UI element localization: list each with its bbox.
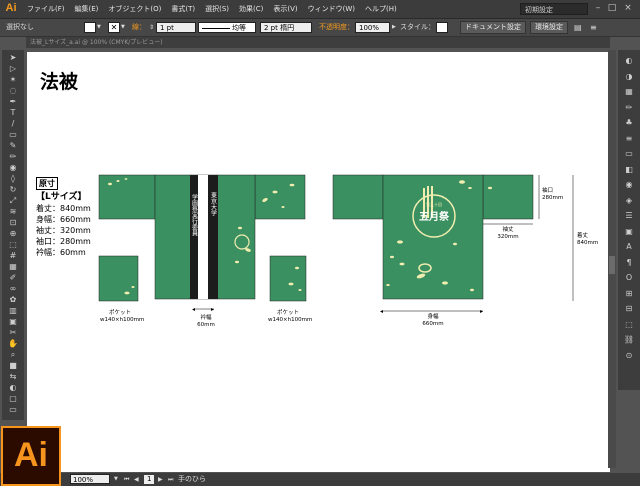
status-bar: 100% ▼ ⏮ ◀ 1 ▶ ⏭ 手のひら (0, 473, 640, 486)
pocket-size-1-text: w140×h100mm (100, 316, 145, 323)
pocket-size-2-text: w140×h100mm (268, 316, 313, 323)
happi-drawing: 東京大学 学園祭実行委員 第九十回 五月祭 ◂ ▸ ◂ ▸ (98, 174, 574, 315)
back-logo-main: 五月祭 (419, 210, 450, 223)
pocket-1 (98, 255, 139, 302)
back-left-sleeve (332, 174, 384, 220)
first-artboard-icon[interactable]: ⏮ (124, 474, 129, 485)
front-view: 東京大学 学園祭実行委員 (98, 174, 307, 302)
back-right-sleeve (482, 174, 534, 220)
previous-artboard-icon[interactable]: ◀ (134, 474, 139, 485)
pocket-label-1: ポケット w140×h100mm (100, 310, 145, 323)
body-width-size-text: 660mm (422, 320, 444, 327)
length-dimension: 着丈 840mm (577, 233, 603, 246)
collar-text-left: 学園祭実行委員 (191, 193, 198, 237)
collar-text-right: 東京大学 (210, 191, 217, 216)
svg-text:▸: ▸ (211, 306, 214, 313)
length-size-text: 840mm (577, 239, 599, 246)
pocket-2 (269, 255, 307, 302)
svg-text:▸: ▸ (480, 308, 483, 315)
vertical-scroll-thumb[interactable] (609, 256, 615, 274)
illustrator-logo-icon: Ai (1, 426, 61, 486)
next-artboard-icon[interactable]: ▶ (158, 474, 163, 485)
pocket-label-2: ポケット w140×h100mm (268, 310, 313, 323)
zoom-field[interactable]: 100% (70, 474, 110, 484)
front-opening (198, 175, 208, 299)
front-right-sleeve (254, 174, 306, 220)
svg-text:◂: ◂ (380, 308, 383, 315)
zoom-dropdown-icon[interactable]: ▼ (114, 474, 118, 485)
last-artboard-icon[interactable]: ⏭ (168, 474, 173, 485)
body-width-dimension: 身幅 660mm (413, 314, 453, 327)
front-left-sleeve (98, 174, 156, 220)
back-logo-small: 第九十回 (426, 201, 442, 207)
sleeve-length-dimension: 袖丈 320mm (493, 227, 523, 240)
collar-dimension: 衿幅 60mm (196, 315, 216, 328)
vertical-scrollbar[interactable] (608, 50, 616, 468)
sleeve-length-size-text: 320mm (497, 233, 519, 240)
collar-size-text: 60mm (197, 321, 215, 328)
cuff-size-text: 280mm (542, 194, 564, 201)
cuff-dimension: 袖口 280mm (542, 188, 568, 201)
artboard-number-field[interactable]: 1 (144, 475, 155, 484)
svg-text:◂: ◂ (192, 306, 195, 313)
current-tool-status: 手のひら (178, 475, 206, 483)
